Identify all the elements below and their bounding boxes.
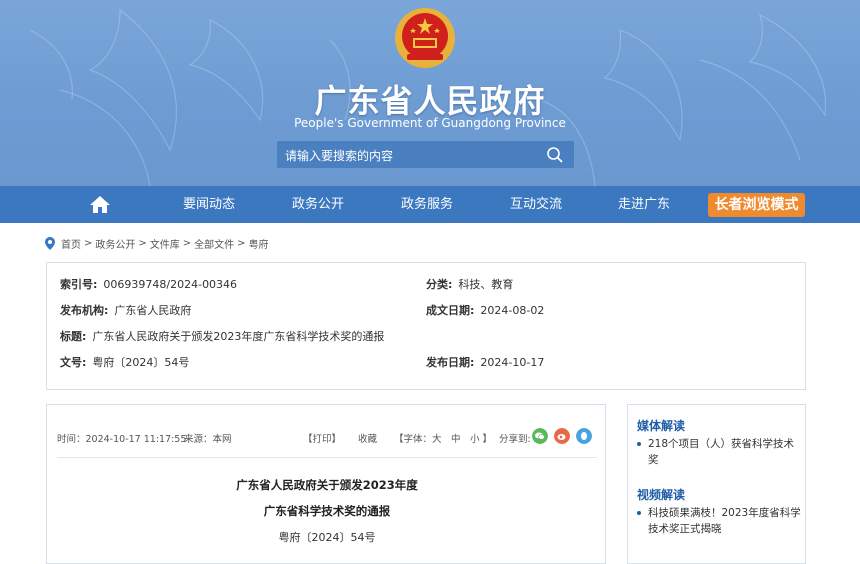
site-subtitle: People's Government of Guangdong Provinc… [294,116,566,130]
breadcrumb: 首页 > 政务公开 > 文件库 > 全部文件 > 粤府 [45,236,272,251]
document-meta-panel: 索引号: 006939748/2024-00346 分类: 科技、教育 发布机构: 广… [46,262,806,390]
meta-docno-label: 文号: [60,356,87,369]
breadcrumb-home[interactable]: 首页 [61,236,81,251]
media-interpretation-link[interactable]: 218个项目（人）获省科学技术奖 [637,436,801,468]
media-interpretation-heading: 媒体解读 [637,419,686,433]
breadcrumb-separator: > [237,237,246,249]
header-banner: 广东省人民政府 People's Government of Guangdong… [0,0,860,186]
video-interpretation-link[interactable]: 科技硕果满枝！2023年度省科学技术奖正式揭晓 [637,505,801,537]
main-nav: 要闻动态 政务公开 政务服务 互动交流 走进广东 长者浏览模式 [0,186,860,223]
location-pin-icon [45,236,55,250]
nav-item-gov-affairs[interactable]: 政务公开 [277,186,359,223]
nav-item-about-guangdong[interactable]: 走进广东 [603,186,685,223]
search-icon[interactable] [546,146,564,164]
article-doc-number: 粤府〔2024〕54号 [278,531,376,544]
meta-title-label: 标题: [60,330,87,343]
wechat-share-icon[interactable] [532,428,548,444]
article-time: 时间：2024-10-17 11:17:55 [57,434,187,445]
meta-category-value: 科技、教育 [458,278,514,291]
favorite-button[interactable]: 收藏 [358,431,377,445]
breadcrumb-separator: > [138,237,147,249]
meta-issuer: 发布机构: 广东省人民政府 [60,302,191,318]
meta-index-label: 索引号: [60,278,98,291]
national-emblem-icon [395,8,455,68]
share-label: 分享到: [499,434,531,445]
article-title-line1: 广东省人民政府关于颁发2023年度 [236,478,418,492]
qq-share-icon[interactable] [576,428,592,444]
breadcrumb-all-files[interactable]: 全部文件 [194,236,234,251]
meta-title: 标题: 广东省人民政府关于颁发2023年度广东省科学技术奖的通报 [60,328,384,344]
search-input[interactable]: 请输入要搜索的内容 [285,147,393,164]
print-button[interactable]: 【打印】 [303,431,341,445]
divider [57,457,597,458]
meta-issuer-value: 广东省人民政府 [114,304,192,317]
meta-docno-value: 粤府〔2024〕54号 [92,356,190,369]
meta-published-label: 发布日期: [426,356,475,369]
search-box[interactable]: 请输入要搜索的内容 [277,141,574,168]
breadcrumb-separator: > [84,237,93,249]
meta-category-label: 分类: [426,278,453,291]
meta-issuer-label: 发布机构: [60,304,109,317]
elder-mode-button[interactable]: 长者浏览模式 [708,193,805,217]
interpretation-sidebar: 媒体解读 218个项目（人）获省科学技术奖 视频解读 科技硕果满枝！2023年度… [627,404,806,564]
breadcrumb-gov-affairs[interactable]: 政务公开 [95,236,135,251]
meta-created-value: 2024-08-02 [480,304,545,317]
nav-item-news[interactable]: 要闻动态 [168,186,250,223]
breadcrumb-current[interactable]: 粤府 [249,236,269,251]
meta-index: 索引号: 006939748/2024-00346 [60,276,237,292]
nav-item-services[interactable]: 政务服务 [386,186,468,223]
article-panel: 时间：2024-10-17 11:17:55 来源：本网 【打印】 收藏 【字体… [46,404,606,564]
weibo-share-icon[interactable] [554,428,570,444]
font-size-control[interactable]: 【字体：大 中 小 】 [394,431,492,445]
meta-published-value: 2024-10-17 [480,356,545,369]
home-icon[interactable] [89,194,111,214]
meta-title-value: 广东省人民政府关于颁发2023年度广东省科学技术奖的通报 [92,330,385,343]
breadcrumb-file-library[interactable]: 文件库 [150,236,180,251]
meta-category: 分类: 科技、教育 [426,276,513,292]
article-toolbar: 时间：2024-10-17 11:17:55 来源：本网 【打印】 收藏 【字体… [57,428,597,447]
meta-docno: 文号: 粤府〔2024〕54号 [60,354,189,370]
nav-item-interaction[interactable]: 互动交流 [495,186,577,223]
meta-published: 发布日期: 2024-10-17 [426,354,544,370]
meta-created: 成文日期: 2024-08-02 [426,302,544,318]
article-title-line2: 广东省科学技术奖的通报 [263,504,391,518]
video-interpretation-heading: 视频解读 [637,488,686,502]
article-source: 来源：本网 [184,434,232,445]
meta-created-label: 成文日期: [426,304,475,317]
breadcrumb-separator: > [182,237,192,249]
meta-index-value: 006939748/2024-00346 [103,278,238,291]
